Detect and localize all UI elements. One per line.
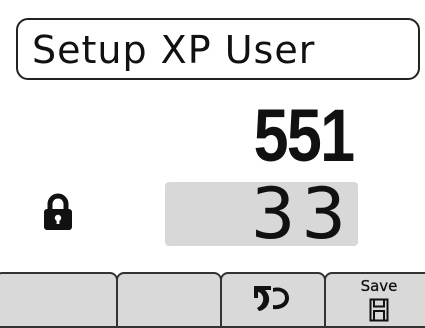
save-button[interactable]: Save: [324, 272, 425, 328]
softkey-bar: Save: [0, 263, 425, 328]
title-bar: Setup XP User: [16, 18, 420, 80]
primary-value: 551: [253, 94, 355, 177]
undo-button[interactable]: [220, 272, 326, 328]
lock-icon: [43, 193, 73, 231]
floppy-disk-icon: [326, 298, 425, 322]
secondary-value-field[interactable]: 33: [165, 178, 358, 250]
page-title: Setup XP User: [32, 28, 316, 72]
softkey-2[interactable]: [116, 272, 222, 328]
save-button-label: Save: [360, 277, 398, 295]
softkey-1[interactable]: [0, 272, 118, 328]
secondary-value: 33: [250, 173, 352, 255]
device-screen: Setup XP User 551 33 Save: [0, 0, 425, 328]
undo-icon: [222, 280, 324, 314]
